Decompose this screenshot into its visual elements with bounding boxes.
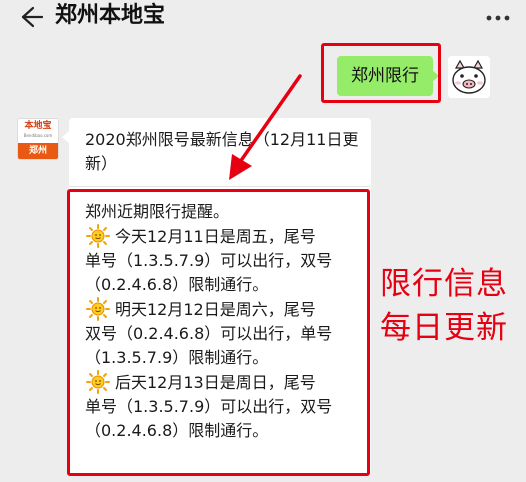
annotation-line-1: 限行信息 [380,266,508,302]
more-dots-icon[interactable] [486,14,510,22]
bubble-divider [69,186,371,187]
annotation-highlight-box-query [321,43,441,103]
pig-face-icon [448,56,490,98]
annotation-label: 限行信息 每日更新 [380,262,520,350]
annotation-highlight-box-reply [67,189,370,476]
brand-domain-text: Bendibao.com [23,133,53,138]
brand-logo-text: 本地宝 [24,121,52,131]
brand-city-label: 郑州 [18,143,58,159]
user-avatar[interactable] [448,56,490,98]
brand-logo: 本地宝 Bendibao.com [18,119,58,143]
annotation-line-2: 每日更新 [380,310,508,346]
official-account-avatar[interactable]: 本地宝 Bendibao.com 郑州 [17,118,59,160]
reply-title-link[interactable]: 2020郑州限号最新信息（12月11日更新） [85,128,361,176]
page-title: 郑州本地宝 [55,3,166,28]
incoming-bubble-tail [62,131,69,143]
back-arrow-icon[interactable] [20,6,44,28]
top-nav-bar: 郑州本地宝 [0,0,526,44]
